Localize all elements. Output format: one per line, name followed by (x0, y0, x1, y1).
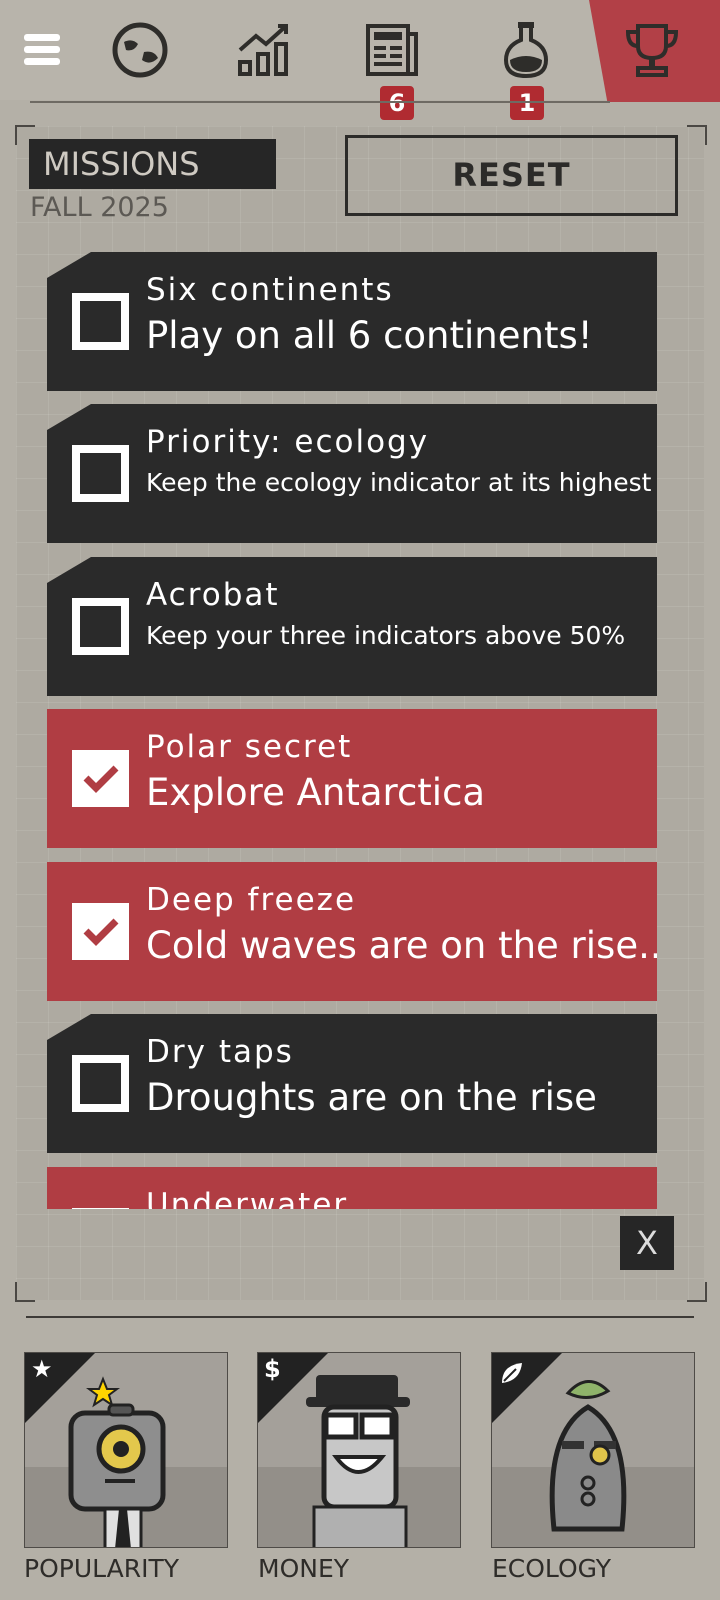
mission-title: Acrobat (146, 577, 280, 613)
lab-count-badge: 1 (510, 86, 544, 120)
checkbox-checked[interactable] (72, 750, 129, 807)
mission-item[interactable]: Priority: ecology Keep the ecology indic… (47, 404, 657, 543)
checkbox-checked[interactable] (72, 903, 129, 960)
checkmark-icon (83, 918, 119, 946)
advisors-divider (26, 1316, 694, 1318)
top-navigation-bar: 6 1 (0, 0, 720, 120)
season-label: FALL 2025 (30, 192, 169, 223)
mission-description: Keep your three indicators above 50% (146, 621, 626, 650)
star-icon: ★ (31, 1355, 53, 1383)
mission-description: Cold waves are on the rise... (146, 924, 657, 967)
mission-description: Play on all 6 continents! (146, 314, 593, 357)
reset-button[interactable]: RESET (345, 135, 678, 216)
stats-chart-icon[interactable] (232, 18, 296, 82)
mission-item[interactable]: Acrobat Keep your three indicators above… (47, 557, 657, 696)
newspaper-icon[interactable] (360, 18, 424, 82)
globe-icon[interactable] (108, 18, 172, 82)
ecology-label: ECOLOGY (492, 1554, 612, 1583)
trophy-icon[interactable] (620, 18, 684, 82)
mission-description: Droughts are on the rise (146, 1076, 597, 1119)
missions-list[interactable]: Six continents Play on all 6 continents!… (47, 252, 657, 1209)
checkbox-unchecked[interactable] (72, 598, 129, 655)
leaf-icon (502, 1363, 522, 1383)
dollar-icon: $ (264, 1355, 281, 1383)
mission-title: Polar secret (146, 729, 353, 765)
potion-flask-icon[interactable] (494, 18, 558, 82)
mission-title: Dry taps (146, 1034, 294, 1070)
checkbox-unchecked[interactable] (72, 1055, 129, 1112)
checkbox-unchecked[interactable] (72, 293, 129, 350)
topbar-divider (30, 101, 610, 103)
mission-description: Explore Antarctica (146, 771, 486, 814)
close-button[interactable]: X (620, 1216, 674, 1270)
mission-title: Priority: ecology (146, 424, 430, 460)
checkbox-checked[interactable] (72, 1208, 129, 1209)
advisor-card-ecology[interactable] (491, 1352, 695, 1548)
panel-corner (15, 1282, 35, 1302)
mission-item-completed[interactable]: Polar secret Explore Antarctica (47, 709, 657, 848)
checkmark-icon (83, 765, 119, 793)
panel-corner (687, 1282, 707, 1302)
mission-title: Six continents (146, 272, 394, 308)
missions-title: MISSIONS (29, 139, 276, 189)
advisor-card-money[interactable]: $ (257, 1352, 461, 1548)
mission-item-completed[interactable]: Deep freeze Cold waves are on the rise..… (47, 862, 657, 1001)
mission-item[interactable]: Six continents Play on all 6 continents! (47, 252, 657, 391)
mission-title: Underwater (146, 1187, 349, 1209)
advisor-card-popularity[interactable]: ★ (24, 1352, 228, 1548)
news-count-badge: 6 (380, 86, 414, 120)
panel-corner (687, 125, 707, 145)
mission-description: Keep the ecology indicator at its highes… (146, 468, 652, 497)
mission-item[interactable]: Dry taps Droughts are on the rise (47, 1014, 657, 1153)
checkbox-unchecked[interactable] (72, 445, 129, 502)
money-label: MONEY (258, 1554, 350, 1583)
mission-title: Deep freeze (146, 882, 357, 918)
mission-item-completed[interactable]: Underwater (47, 1167, 657, 1209)
menu-icon[interactable] (10, 18, 74, 82)
popularity-label: POPULARITY (24, 1554, 180, 1583)
